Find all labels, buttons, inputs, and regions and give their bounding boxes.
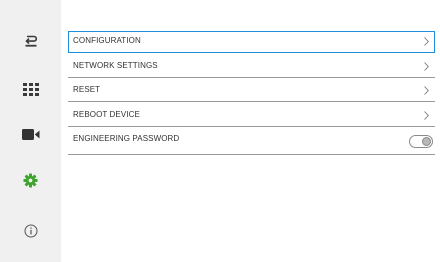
apps-grid-button[interactable] bbox=[0, 69, 61, 109]
grid-icon bbox=[22, 82, 39, 96]
engineering-password-toggle[interactable] bbox=[409, 135, 433, 148]
menu-item-label: REBOOT DEVICE bbox=[73, 110, 140, 119]
menu-item-reset[interactable]: RESET bbox=[68, 80, 435, 102]
chevron-right-icon bbox=[424, 86, 429, 95]
camera-button[interactable] bbox=[0, 114, 61, 154]
back-arrow-icon bbox=[24, 35, 37, 47]
info-button[interactable] bbox=[0, 211, 61, 251]
video-camera-icon bbox=[21, 128, 39, 140]
settings-button[interactable] bbox=[0, 160, 61, 200]
menu-item-label: ENGINEERING PASSWORD bbox=[73, 134, 180, 143]
chevron-right-icon bbox=[424, 62, 429, 71]
menu-item-engineering-password[interactable]: ENGINEERING PASSWORD bbox=[68, 129, 435, 155]
sidebar bbox=[0, 0, 62, 262]
menu-item-network-settings[interactable]: NETWORK SETTINGS bbox=[68, 56, 435, 78]
back-button[interactable] bbox=[0, 21, 61, 61]
menu-item-label: RESET bbox=[73, 85, 101, 94]
chevron-right-icon bbox=[424, 37, 429, 46]
menu-item-reboot-device[interactable]: REBOOT DEVICE bbox=[68, 105, 435, 127]
settings-panel: CONFIGURATION NETWORK SETTINGS RESET REB… bbox=[61, 0, 440, 262]
menu-item-configuration[interactable]: CONFIGURATION bbox=[68, 31, 435, 53]
menu-item-label: NETWORK SETTINGS bbox=[73, 61, 158, 70]
menu-item-label: CONFIGURATION bbox=[73, 36, 141, 45]
toggle-knob bbox=[422, 137, 431, 146]
info-icon bbox=[24, 224, 37, 238]
chevron-right-icon bbox=[424, 111, 429, 120]
gear-icon bbox=[23, 172, 38, 188]
